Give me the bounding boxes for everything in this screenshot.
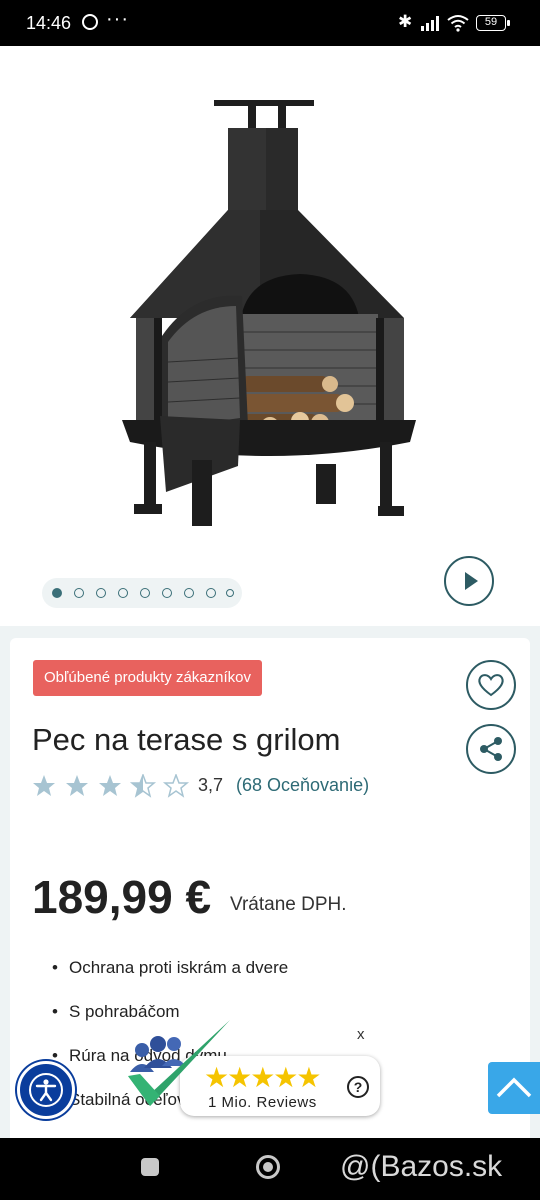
recent-apps-button[interactable] [141,1158,159,1176]
scroll-to-top-button[interactable] [488,1062,540,1114]
rating-count-link[interactable]: (68 Oceňovanie) [236,775,369,796]
share-icon [480,737,502,761]
rating-value: 3,7 [198,775,224,795]
accessibility-icon [29,1073,63,1107]
popular-badge: Obľúbené produkty zákazníkov [33,660,262,696]
status-time: 14:46 [26,13,72,33]
whatsapp-icon [82,14,98,30]
star-icon [33,775,55,796]
empty-star-icon [162,774,190,798]
gallery-dot[interactable] [206,588,216,598]
outdoor-fireplace-image [122,100,416,526]
battery-icon: 59 [476,15,510,31]
more-notifications-icon: ··· [106,8,129,30]
product-gallery[interactable] [0,46,540,626]
gallery-dot[interactable] [184,588,194,598]
gallery-dot[interactable] [226,589,234,597]
rating-stars [33,774,190,798]
watermark: @(Bazos.sk [340,1150,503,1183]
reviews-text: 1 Mio. Reviews [208,1094,317,1111]
trust-badge-widget[interactable]: ★★★★★ 1 Mio. Reviews ? x [120,1020,382,1118]
gallery-dot[interactable] [74,588,84,598]
heart-icon [478,674,504,697]
gallery-pagination [42,578,242,608]
accessibility-button[interactable] [17,1061,75,1119]
help-icon[interactable]: ? [347,1076,369,1098]
share-button[interactable] [466,724,516,774]
gallery-dot[interactable] [96,588,106,598]
reviews-stars: ★★★★★ [204,1062,322,1093]
feature-item: Ochrana proti iskrám a dvere [52,958,288,1002]
half-star-icon [129,774,157,798]
play-video-button[interactable] [444,556,494,606]
gallery-dot[interactable] [118,588,128,598]
wishlist-button[interactable] [466,660,516,710]
wifi-icon [447,15,469,32]
product-title: Pec na terase s grilom [32,722,341,757]
status-bar: 14:46 ··· ✱ 59 [0,0,540,46]
gallery-dot[interactable] [162,588,172,598]
bluetooth-icon: ✱ [398,12,413,31]
gallery-dot[interactable] [140,588,150,598]
home-button[interactable] [256,1155,280,1179]
gallery-dot[interactable] [52,588,62,598]
close-icon[interactable]: x [357,1026,365,1043]
vat-note: Vrátane DPH. [230,894,347,915]
product-price: 189,99 € [32,871,212,923]
star-icon [99,775,121,796]
signal-icon [421,16,439,31]
star-icon [66,775,88,796]
chevron-up-icon [496,1077,532,1098]
